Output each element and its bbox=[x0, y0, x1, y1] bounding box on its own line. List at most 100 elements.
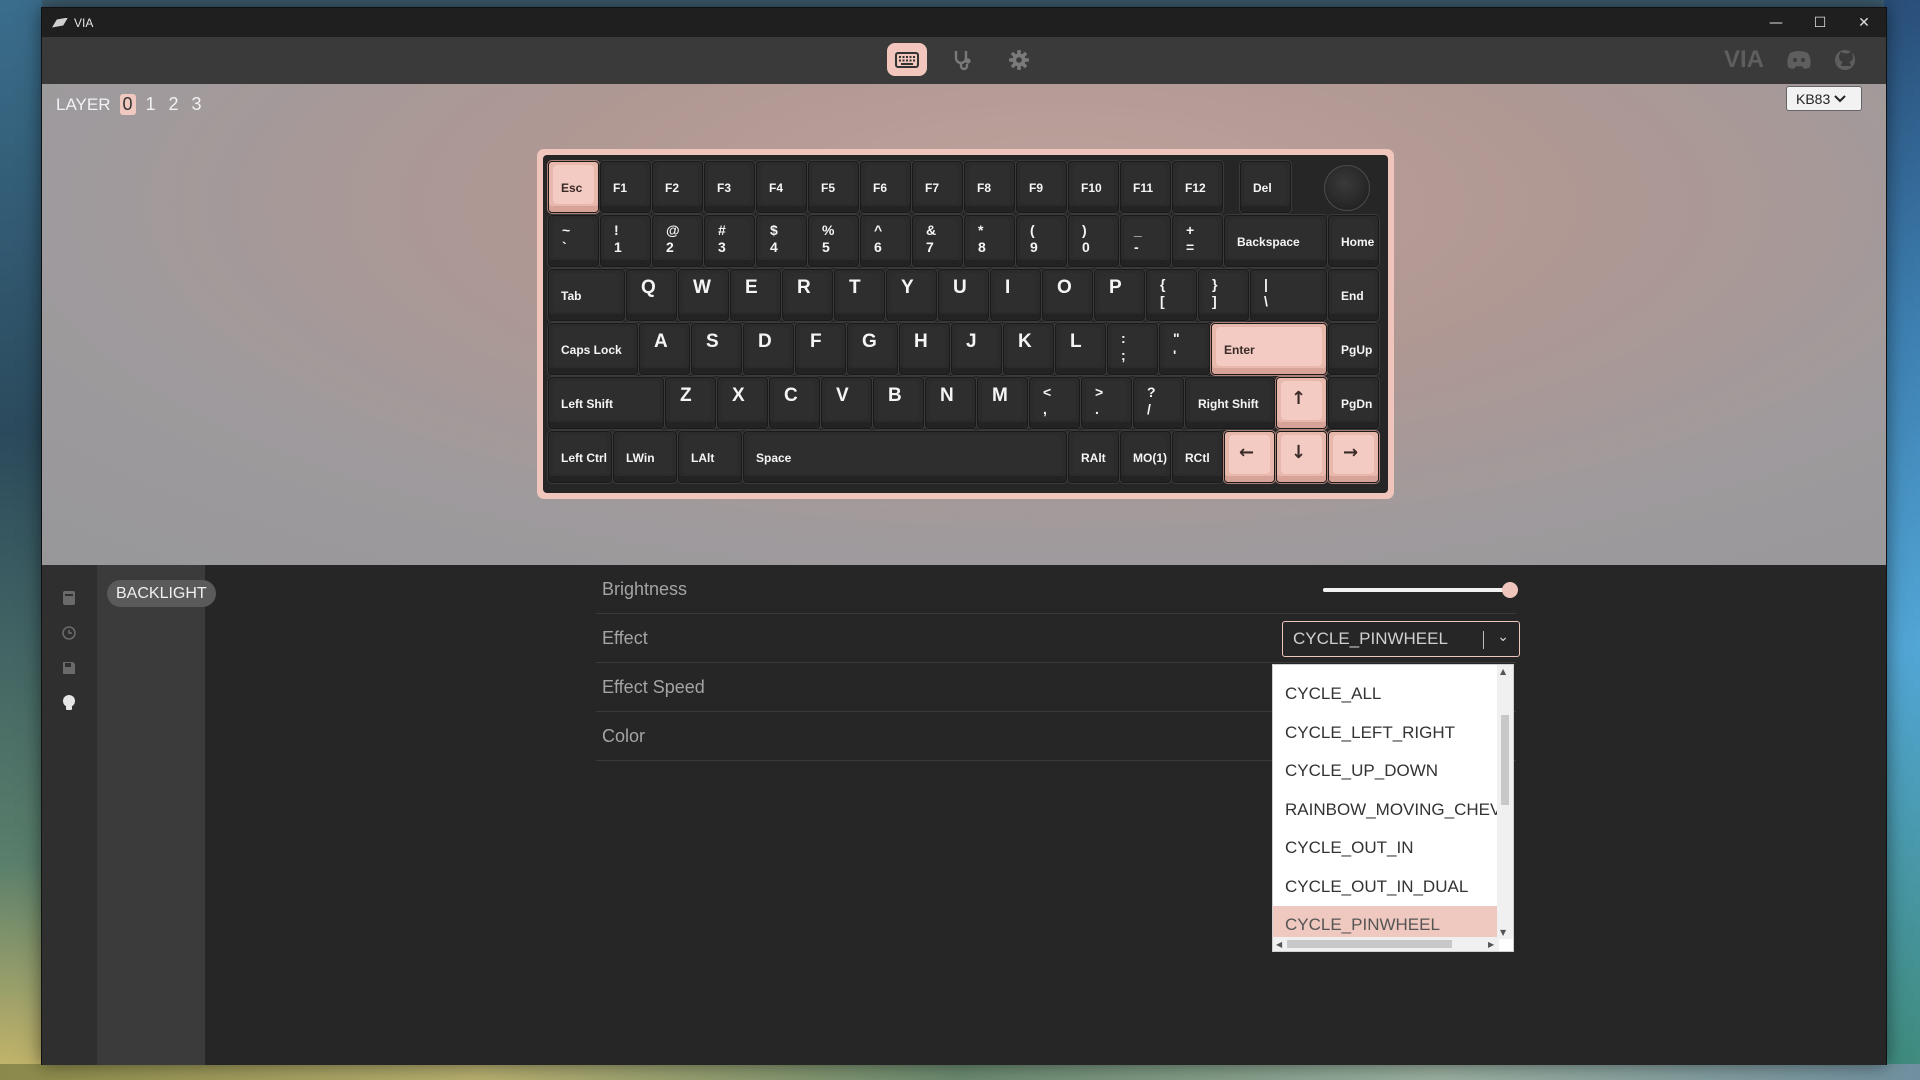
tab-test[interactable] bbox=[943, 43, 983, 76]
key-1[interactable]: ! 1 bbox=[600, 215, 651, 267]
dropdown-hscroll-thumb[interactable] bbox=[1287, 940, 1452, 948]
key-p[interactable]: P bbox=[1094, 269, 1145, 321]
github-icon[interactable] bbox=[1834, 49, 1856, 71]
key-z[interactable]: Z bbox=[665, 377, 716, 429]
key-up-arrow[interactable]: ↑ bbox=[1276, 377, 1327, 429]
lightbulb-icon[interactable] bbox=[60, 694, 78, 712]
key-quote[interactable]: " ' bbox=[1159, 323, 1210, 375]
key-v[interactable]: V bbox=[821, 377, 872, 429]
key-q[interactable]: Q bbox=[626, 269, 677, 321]
key-space[interactable]: Space bbox=[743, 431, 1067, 483]
dropdown-horizontal-scrollbar[interactable]: ◀ ▶ bbox=[1273, 937, 1499, 951]
key-m[interactable]: M bbox=[977, 377, 1028, 429]
effect-option[interactable]: CYCLE_UP_DOWN bbox=[1273, 752, 1498, 791]
key-f11[interactable]: F11 bbox=[1120, 161, 1171, 213]
key-f7[interactable]: F7 bbox=[912, 161, 963, 213]
key-2[interactable]: @ 2 bbox=[652, 215, 703, 267]
key-left-arrow[interactable]: ← bbox=[1224, 431, 1275, 483]
discord-icon[interactable] bbox=[1786, 50, 1812, 70]
effect-option[interactable]: CYCLE_ALL bbox=[1273, 675, 1498, 714]
key-s[interactable]: S bbox=[691, 323, 742, 375]
key-pgdn[interactable]: PgDn bbox=[1328, 377, 1379, 429]
key-slash[interactable]: ? / bbox=[1133, 377, 1184, 429]
key-lalt[interactable]: LAlt bbox=[678, 431, 742, 483]
effect-option[interactable]: RAINBOW_MOVING_CHEV bbox=[1273, 791, 1498, 830]
key-f12[interactable]: F12 bbox=[1172, 161, 1223, 213]
menu-item-backlight[interactable]: BACKLIGHT bbox=[107, 580, 216, 607]
key-comma[interactable]: < , bbox=[1029, 377, 1080, 429]
key-esc[interactable]: Esc bbox=[548, 161, 599, 213]
key-y[interactable]: Y bbox=[886, 269, 937, 321]
key-f8[interactable]: F8 bbox=[964, 161, 1015, 213]
key-l[interactable]: L bbox=[1055, 323, 1106, 375]
key-lwin[interactable]: LWin bbox=[613, 431, 677, 483]
tab-configure[interactable] bbox=[887, 43, 927, 76]
rotary-encoder-knob[interactable] bbox=[1324, 165, 1370, 211]
scroll-up-icon[interactable]: ▲ bbox=[1500, 667, 1506, 676]
key-semicolon[interactable]: : ; bbox=[1107, 323, 1158, 375]
key-rctl[interactable]: RCtl bbox=[1172, 431, 1223, 483]
key-minus[interactable]: _ - bbox=[1120, 215, 1171, 267]
key-f[interactable]: F bbox=[795, 323, 846, 375]
key-mo1[interactable]: MO(1) bbox=[1120, 431, 1171, 483]
key-down-arrow[interactable]: ↓ bbox=[1276, 431, 1327, 483]
key-g[interactable]: G bbox=[847, 323, 898, 375]
key-w[interactable]: W bbox=[678, 269, 729, 321]
key-0[interactable]: ) 0 bbox=[1068, 215, 1119, 267]
key-6[interactable]: ^ 6 bbox=[860, 215, 911, 267]
save-load-icon[interactable] bbox=[60, 659, 78, 677]
key-f1[interactable]: F1 bbox=[600, 161, 651, 213]
key-pgup[interactable]: PgUp bbox=[1328, 323, 1379, 375]
key-grave[interactable]: ~ ` bbox=[548, 215, 599, 267]
layer-3[interactable]: 3 bbox=[189, 94, 205, 115]
key-4[interactable]: $ 4 bbox=[756, 215, 807, 267]
effect-option[interactable]: CYCLE_LEFT_RIGHT bbox=[1273, 714, 1498, 753]
brightness-slider[interactable] bbox=[1323, 582, 1518, 598]
key-9[interactable]: ( 9 bbox=[1016, 215, 1067, 267]
key-left-bracket[interactable]: { [ bbox=[1146, 269, 1197, 321]
key-k[interactable]: K bbox=[1003, 323, 1054, 375]
key-u[interactable]: U bbox=[938, 269, 989, 321]
layer-1[interactable]: 1 bbox=[143, 94, 159, 115]
key-ralt[interactable]: RAlt bbox=[1068, 431, 1119, 483]
layer-0[interactable]: 0 bbox=[119, 94, 136, 115]
key-o[interactable]: O bbox=[1042, 269, 1093, 321]
key-tab[interactable]: Tab bbox=[548, 269, 625, 321]
key-c[interactable]: C bbox=[769, 377, 820, 429]
key-left-ctrl[interactable]: Left Ctrl bbox=[548, 431, 612, 483]
dropdown-scroll-thumb[interactable] bbox=[1501, 715, 1509, 805]
via-logo[interactable]: VIA bbox=[1724, 46, 1764, 74]
effect-select[interactable]: CYCLE_PINWHEEL ⌄ bbox=[1282, 621, 1520, 657]
key-3[interactable]: # 3 bbox=[704, 215, 755, 267]
layer-2[interactable]: 2 bbox=[166, 94, 182, 115]
key-f10[interactable]: F10 bbox=[1068, 161, 1119, 213]
key-backspace[interactable]: Backspace bbox=[1224, 215, 1327, 267]
key-f3[interactable]: F3 bbox=[704, 161, 755, 213]
brightness-slider-thumb[interactable] bbox=[1502, 582, 1518, 598]
key-7[interactable]: & 7 bbox=[912, 215, 963, 267]
effect-option[interactable]: CYCLE_OUT_IN_DUAL bbox=[1273, 868, 1498, 907]
key-5[interactable]: % 5 bbox=[808, 215, 859, 267]
key-f4[interactable]: F4 bbox=[756, 161, 807, 213]
dropdown-vertical-scrollbar[interactable]: ▲ ▼ bbox=[1497, 665, 1513, 939]
key-f5[interactable]: F5 bbox=[808, 161, 859, 213]
key-t[interactable]: T bbox=[834, 269, 885, 321]
keymap-icon[interactable] bbox=[60, 589, 78, 607]
key-period[interactable]: > . bbox=[1081, 377, 1132, 429]
key-caps-lock[interactable]: Caps Lock bbox=[548, 323, 638, 375]
scroll-left-icon[interactable]: ◀ bbox=[1276, 940, 1282, 949]
key-backslash[interactable]: | \ bbox=[1250, 269, 1327, 321]
key-h[interactable]: H bbox=[899, 323, 950, 375]
key-left-shift[interactable]: Left Shift bbox=[548, 377, 664, 429]
minimize-button[interactable]: — bbox=[1754, 8, 1798, 37]
scroll-down-icon[interactable]: ▼ bbox=[1500, 928, 1506, 937]
key-b[interactable]: B bbox=[873, 377, 924, 429]
key-x[interactable]: X bbox=[717, 377, 768, 429]
key-d[interactable]: D bbox=[743, 323, 794, 375]
key-n[interactable]: N bbox=[925, 377, 976, 429]
key-i[interactable]: I bbox=[990, 269, 1041, 321]
key-e[interactable]: E bbox=[730, 269, 781, 321]
close-button[interactable]: ✕ bbox=[1842, 8, 1886, 37]
key-right-shift[interactable]: Right Shift bbox=[1185, 377, 1275, 429]
key-8[interactable]: * 8 bbox=[964, 215, 1015, 267]
